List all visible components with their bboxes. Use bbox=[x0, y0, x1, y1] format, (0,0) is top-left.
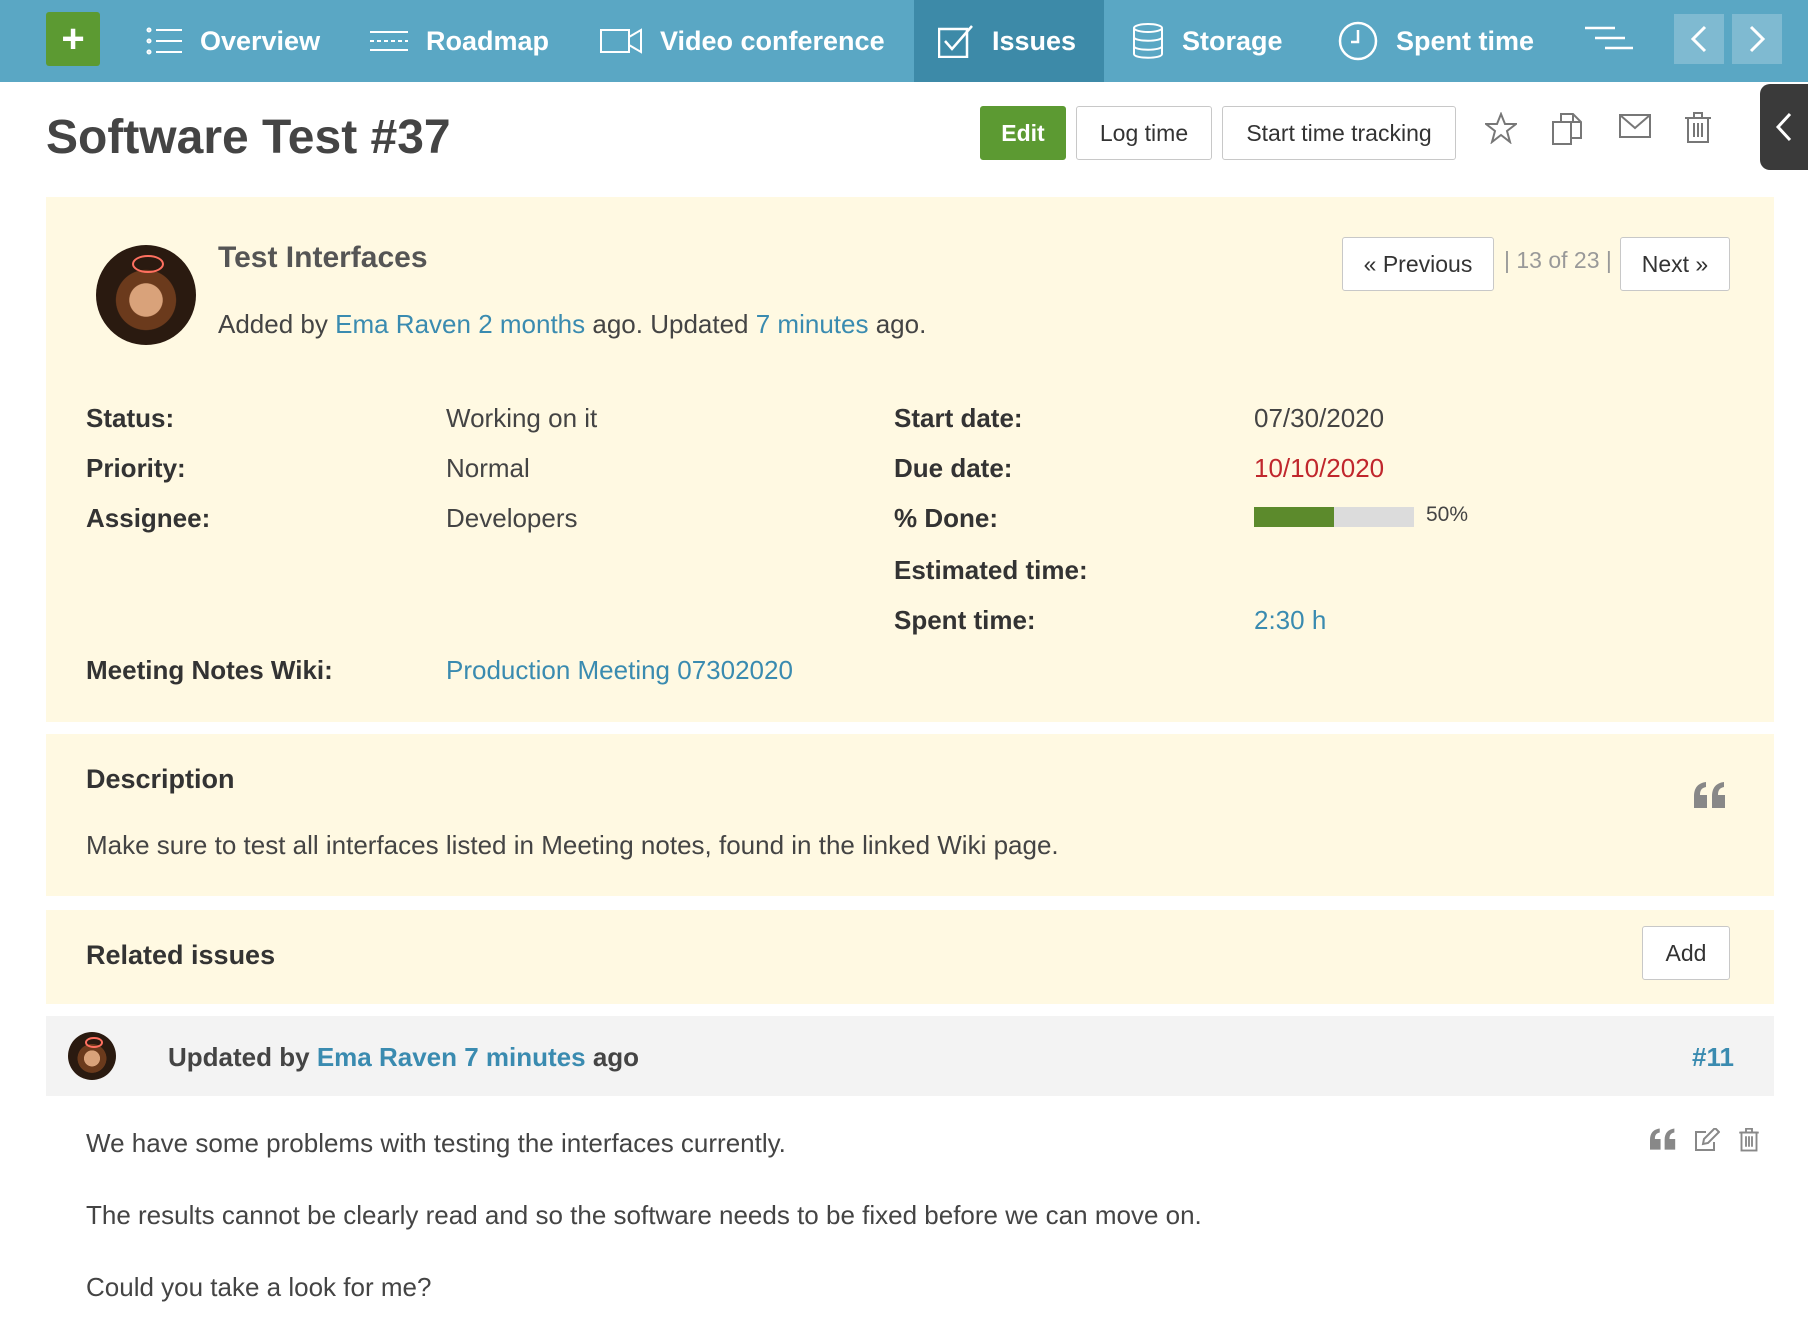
next-issue-button[interactable]: Next » bbox=[1620, 237, 1730, 291]
start-time-tracking-button[interactable]: Start time tracking bbox=[1222, 106, 1456, 160]
trash-icon[interactable] bbox=[1738, 1128, 1760, 1152]
done-progress-fill bbox=[1254, 507, 1334, 527]
assignee-label: Assignee: bbox=[86, 503, 211, 533]
journal-ago-text: ago bbox=[592, 1042, 640, 1072]
nav-overview-label: Overview bbox=[200, 25, 321, 56]
done-progress-bar bbox=[1254, 507, 1414, 527]
chevron-right-icon bbox=[1749, 25, 1766, 53]
issue-subject: Test Interfaces bbox=[218, 241, 428, 274]
sidebar-toggle-button[interactable] bbox=[1760, 84, 1808, 170]
priority-label: Priority: bbox=[86, 453, 186, 483]
mail-icon[interactable] bbox=[1618, 112, 1652, 140]
chevron-left-icon bbox=[1775, 112, 1792, 142]
description-heading: Description bbox=[86, 764, 235, 794]
spent-time-link[interactable]: 2:30 h bbox=[1254, 605, 1326, 636]
status-label: Status: bbox=[86, 403, 175, 433]
status-value: Working on it bbox=[446, 403, 598, 433]
estimated-time-label: Estimated time: bbox=[894, 555, 1088, 585]
trash-icon[interactable] bbox=[1684, 112, 1712, 144]
page-title: Software Test #37 bbox=[46, 111, 451, 164]
nav-roadmap[interactable]: Roadmap bbox=[370, 0, 549, 82]
previous-issue-button[interactable]: « Previous bbox=[1342, 237, 1494, 291]
journal-paragraph-2: The results cannot be clearly read and s… bbox=[86, 1200, 1202, 1230]
related-issues-panel: Related issues Add bbox=[46, 910, 1774, 1004]
nav-issues[interactable]: Issues bbox=[914, 0, 1104, 82]
description-panel: Description Make sure to test all interf… bbox=[46, 734, 1774, 896]
star-icon[interactable] bbox=[1485, 112, 1517, 144]
nav-video-conference-label: Video conference bbox=[660, 25, 885, 56]
done-percent-text: 50% bbox=[1426, 503, 1469, 526]
journal-updated-by: Updated by Ema Raven 7 minutes ago bbox=[168, 1042, 639, 1073]
add-related-issue-button[interactable]: Add bbox=[1642, 926, 1730, 980]
done-label: % Done: bbox=[894, 503, 998, 533]
description-text: Make sure to test all interfaces listed … bbox=[86, 830, 1059, 860]
journal-number-link[interactable]: #11 bbox=[1692, 1042, 1734, 1073]
nav-spent-time-label: Spent time bbox=[1396, 25, 1535, 56]
nav-storage-label: Storage bbox=[1182, 25, 1283, 56]
updated-by-text: Updated by bbox=[168, 1042, 310, 1072]
nav-scroll-left-button[interactable] bbox=[1674, 14, 1724, 64]
nav-overview[interactable]: Overview bbox=[146, 0, 320, 82]
journal-time-link[interactable]: 7 minutes bbox=[464, 1042, 585, 1072]
quote-icon[interactable] bbox=[1694, 782, 1726, 808]
edit-button[interactable]: Edit bbox=[980, 106, 1066, 160]
checkbox-icon bbox=[938, 25, 973, 58]
related-issues-heading: Related issues bbox=[86, 940, 276, 970]
issue-details-panel: Test Interfaces Added by Ema Raven 2 mon… bbox=[46, 197, 1774, 722]
added-by-text: Added by bbox=[218, 309, 328, 339]
issue-position-counter: | 13 of 23 | bbox=[1504, 247, 1612, 273]
spent-time-label: Spent time: bbox=[894, 605, 1036, 635]
nav-roadmap-label: Roadmap bbox=[426, 25, 550, 56]
journal-paragraph-3: Could you take a look for me? bbox=[86, 1272, 432, 1302]
author-avatar bbox=[96, 245, 196, 345]
author-link[interactable]: Ema Raven bbox=[335, 309, 471, 339]
video-icon bbox=[600, 28, 642, 54]
chevron-left-icon bbox=[1690, 25, 1707, 53]
journal-avatar bbox=[68, 1032, 116, 1080]
updated-text: ago. Updated bbox=[592, 309, 749, 339]
nav-scroll-right-button[interactable] bbox=[1732, 14, 1782, 64]
log-time-button[interactable]: Log time bbox=[1076, 106, 1212, 160]
clock-icon bbox=[1338, 21, 1378, 61]
quote-icon[interactable] bbox=[1650, 1128, 1676, 1150]
start-date-label: Start date: bbox=[894, 403, 1023, 433]
copy-icon[interactable] bbox=[1551, 112, 1585, 146]
edit-note-icon[interactable] bbox=[1694, 1128, 1720, 1152]
updated-time-link[interactable]: 7 minutes bbox=[756, 309, 869, 339]
issue-meta: Added by Ema Raven 2 months ago. Updated… bbox=[218, 309, 926, 340]
nav-issues-label: Issues bbox=[992, 25, 1077, 56]
wiki-label: Meeting Notes Wiki: bbox=[86, 655, 333, 685]
created-time-link[interactable]: 2 months bbox=[478, 309, 585, 339]
journal-author-link[interactable]: Ema Raven bbox=[317, 1042, 457, 1072]
nav-spent-time[interactable]: Spent time bbox=[1338, 0, 1534, 82]
due-date-label: Due date: bbox=[894, 453, 1013, 483]
roadmap-icon bbox=[370, 31, 408, 51]
due-date-value: 10/10/2020 bbox=[1254, 453, 1385, 483]
list-icon bbox=[146, 27, 182, 55]
top-navigation: + Overview Roadmap Video conference Issu… bbox=[0, 0, 1808, 82]
nav-storage[interactable]: Storage bbox=[1132, 0, 1283, 82]
start-date-value: 07/30/2020 bbox=[1254, 403, 1385, 433]
journal-paragraph-1: We have some problems with testing the i… bbox=[86, 1128, 786, 1158]
more-menu-icon[interactable] bbox=[1585, 24, 1633, 52]
journal-header: Updated by Ema Raven 7 minutes ago #11 bbox=[46, 1016, 1774, 1096]
priority-value: Normal bbox=[446, 453, 530, 483]
wiki-link[interactable]: Production Meeting 07302020 bbox=[446, 655, 793, 686]
database-icon bbox=[1133, 23, 1163, 59]
new-item-button[interactable]: + bbox=[46, 12, 100, 66]
ago-text: ago. bbox=[875, 309, 927, 339]
nav-video-conference[interactable]: Video conference bbox=[600, 0, 885, 82]
assignee-value: Developers bbox=[446, 503, 578, 533]
